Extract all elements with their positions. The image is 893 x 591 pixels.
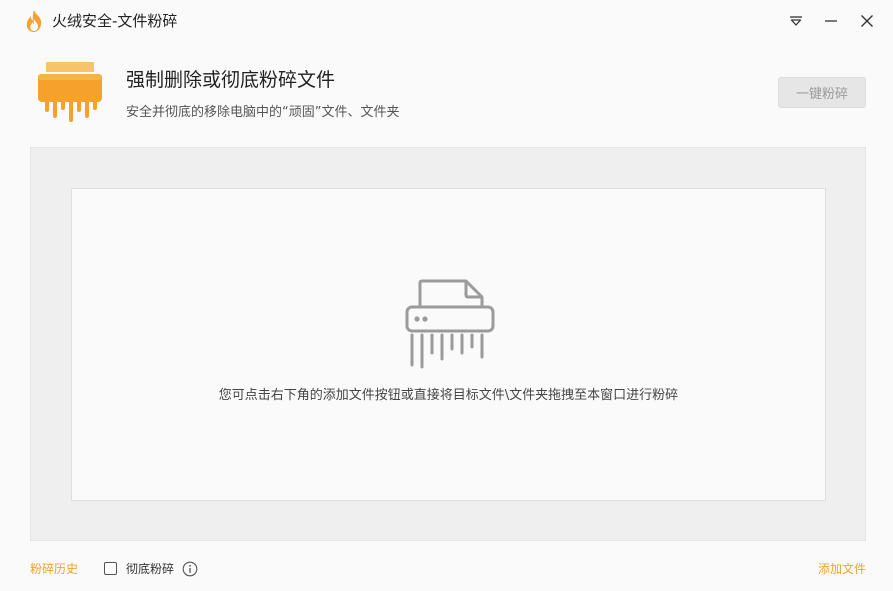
huorong-flame-logo-icon [26,10,42,32]
close-icon [861,15,873,27]
page-subtitle: 安全并彻底的移除电脑中的“顽固”文件、文件夹 [126,105,400,120]
file-shredder-icon [38,62,102,122]
file-list-panel[interactable]: 您可点击右下角的添加文件按钮或直接将目标文件\文件夹拖拽至本窗口进行粉碎 [30,147,866,541]
page-title: 强制删除或彻底粉碎文件 [126,69,336,91]
close-button[interactable] [854,8,880,34]
thorough-shred-checkbox[interactable] [104,562,117,575]
window-title: 火绒安全-文件粉碎 [52,12,178,30]
menu-dropdown-button[interactable] [783,8,809,34]
minimize-icon [825,20,837,22]
shredder-illustration-icon [405,279,495,369]
shred-history-link[interactable]: 粉碎历史 [30,561,78,577]
info-icon[interactable] [182,561,198,577]
add-file-link[interactable]: 添加文件 [818,561,866,577]
minimize-button[interactable] [818,8,844,34]
one-click-shred-button[interactable]: 一键粉碎 [778,77,866,108]
thorough-shred-label[interactable]: 彻底粉碎 [126,561,174,577]
drop-zone[interactable]: 您可点击右下角的添加文件按钮或直接将目标文件\文件夹拖拽至本窗口进行粉碎 [71,188,826,501]
menu-dropdown-icon [790,16,802,26]
drop-hint-text: 您可点击右下角的添加文件按钮或直接将目标文件\文件夹拖拽至本窗口进行粉碎 [218,388,679,403]
title-bar: 火绒安全-文件粉碎 [0,0,893,42]
